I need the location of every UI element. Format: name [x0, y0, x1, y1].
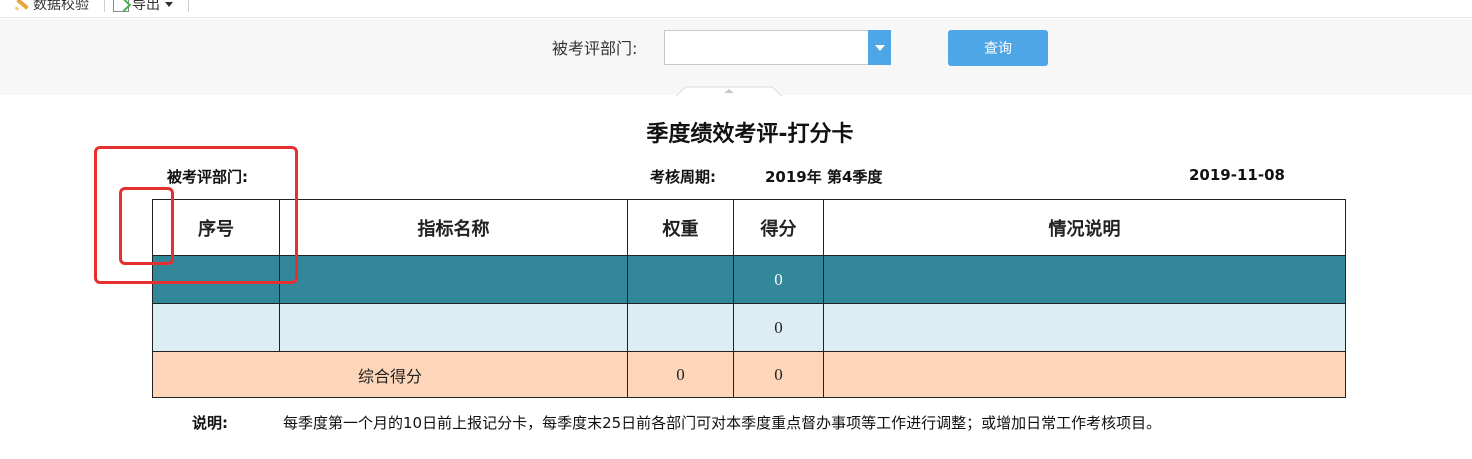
col-header-weight: 权重: [627, 199, 734, 256]
toolbar-divider: [104, 0, 105, 12]
col-header-indicator: 指标名称: [279, 199, 628, 256]
filter-panel: 被考评部门: 查询: [0, 19, 1472, 95]
total-weight-cell: 0: [627, 351, 734, 398]
note-label: 说明:: [192, 414, 228, 432]
caret-down-icon: [165, 1, 173, 7]
table-row[interactable]: 0: [152, 255, 1346, 304]
col-header-score: 得分: [733, 199, 824, 256]
export-button[interactable]: 导出: [113, 0, 173, 14]
row-indicator-cell[interactable]: [279, 303, 628, 352]
highlight-box-inner: [119, 187, 174, 265]
scorecard-table: 序号 指标名称 权重 得分 情况说明 0 0 综合得分 0 0: [152, 199, 1346, 398]
total-label: 综合得分: [152, 351, 628, 398]
col-header-description: 情况说明: [823, 199, 1346, 256]
toolbar: 数据校验 导出: [0, 0, 1472, 18]
collapse-panel-handle[interactable]: [676, 86, 782, 96]
validate-data-label: 数据校验: [33, 0, 89, 13]
export-icon: [113, 0, 129, 12]
dept-select[interactable]: [664, 30, 891, 65]
validate-data-button[interactable]: 数据校验: [14, 0, 89, 14]
report-title: 季度绩效考评-打分卡: [646, 122, 854, 147]
row-indicator-cell[interactable]: [279, 255, 628, 304]
table-row[interactable]: 0: [152, 303, 1346, 352]
row-weight-cell[interactable]: [627, 255, 734, 304]
pencil-icon: [14, 0, 30, 12]
period-meta-value: 2019年 第4季度: [765, 168, 883, 186]
row-score-cell[interactable]: 0: [733, 255, 824, 304]
query-button[interactable]: 查询: [948, 30, 1048, 66]
period-meta-label: 考核周期:: [650, 168, 716, 186]
total-score-cell: 0: [733, 351, 824, 398]
row-description-cell[interactable]: [823, 303, 1346, 352]
note-text: 每季度第一个月的10日前上报记分卡，每季度末25日前各部门可对本季度重点督办事项…: [283, 414, 1162, 432]
row-score-cell[interactable]: 0: [733, 303, 824, 352]
report-date: 2019-11-08: [1189, 166, 1285, 184]
total-row: 综合得分 0 0: [152, 351, 1346, 398]
export-label: 导出: [132, 0, 160, 13]
table-header-row: 序号 指标名称 权重 得分 情况说明: [152, 199, 1346, 256]
toolbar-divider: [188, 0, 189, 12]
row-weight-cell[interactable]: [627, 303, 734, 352]
dropdown-arrow-icon[interactable]: [868, 30, 891, 65]
total-description-cell: [823, 351, 1346, 398]
row-description-cell[interactable]: [823, 255, 1346, 304]
row-index-cell[interactable]: [152, 303, 280, 352]
filter-dept-label: 被考评部门:: [552, 39, 638, 58]
